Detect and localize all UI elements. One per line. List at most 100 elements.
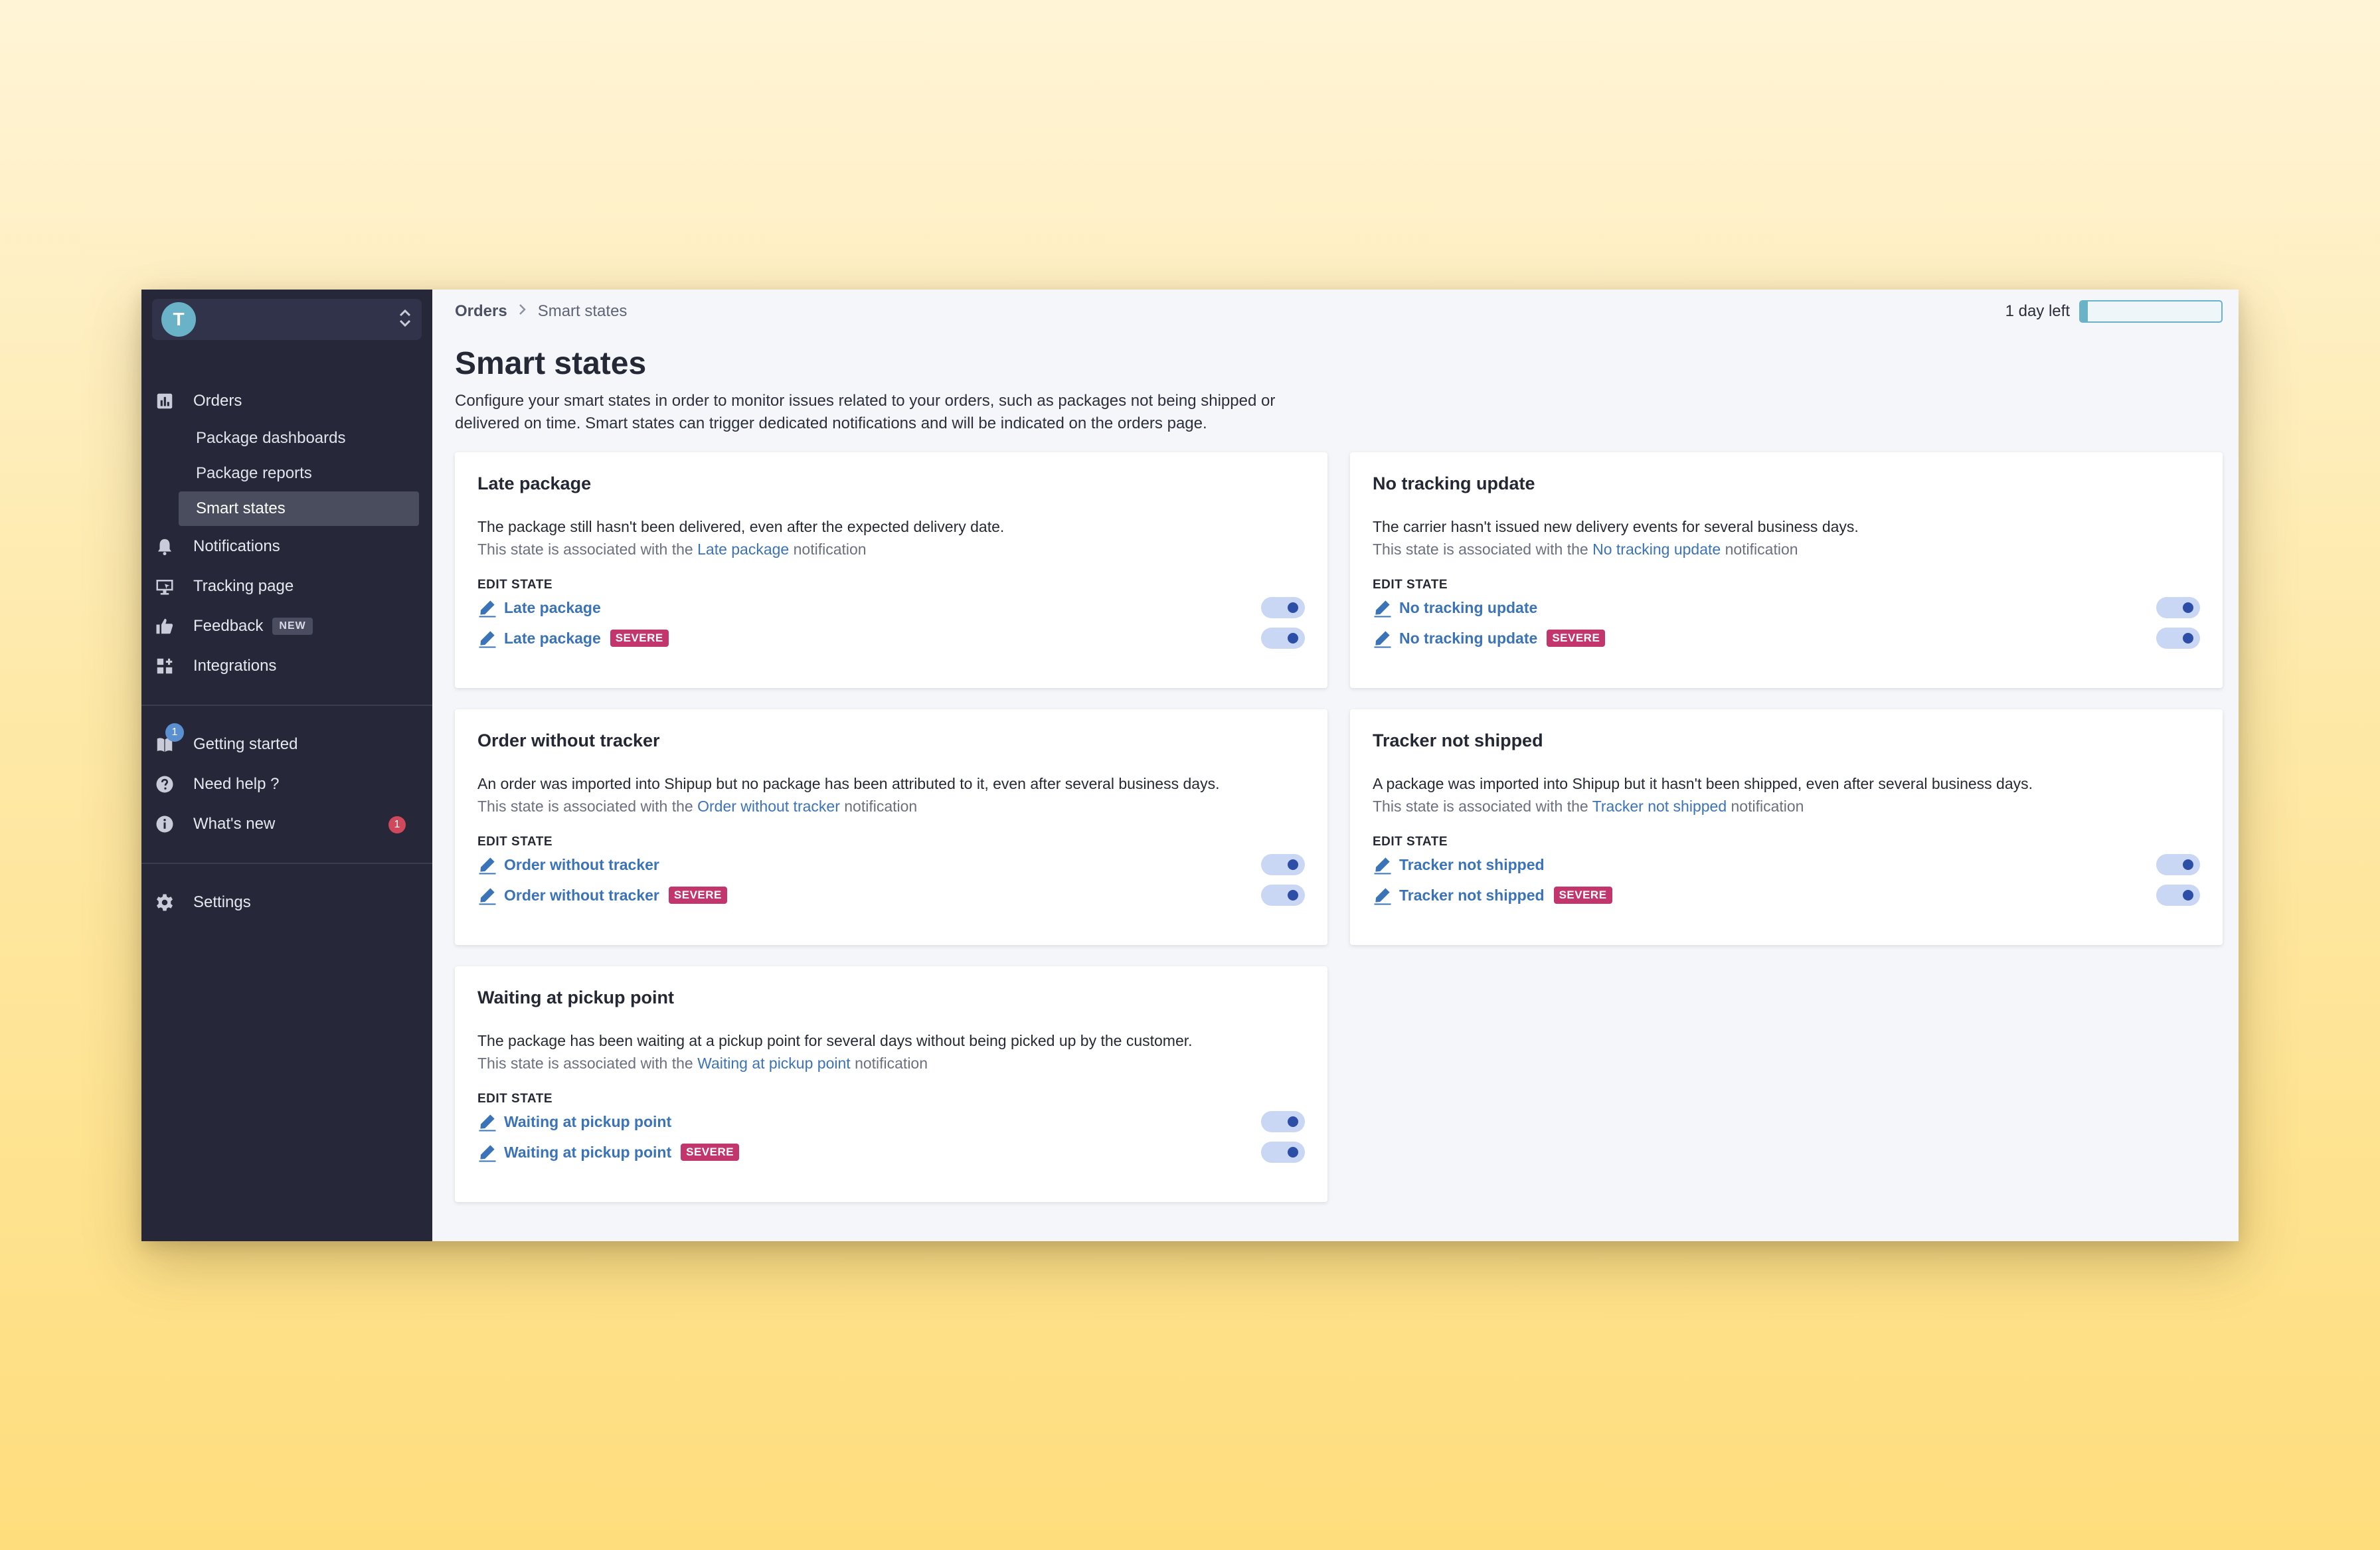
smart-state-card: Waiting at pickup point The package has … xyxy=(455,966,1327,1202)
sidebar-item-notifications[interactable]: Notifications xyxy=(141,527,432,566)
pencil-icon[interactable] xyxy=(1373,628,1393,648)
breadcrumb-current: Smart states xyxy=(537,302,628,320)
state-toggle-severe[interactable] xyxy=(2156,885,2200,906)
state-row-normal: Late package xyxy=(477,592,1305,623)
sidebar-subitem-package-dashboards[interactable]: Package dashboards xyxy=(179,421,419,456)
sidebar-item-feedback[interactable]: Feedback NEW xyxy=(141,606,432,646)
sidebar-item-integrations[interactable]: Integrations xyxy=(141,646,432,686)
breadcrumb-orders-link[interactable]: Orders xyxy=(455,302,507,321)
state-toggle[interactable] xyxy=(1261,597,1305,618)
assoc-suffix: notification xyxy=(844,798,918,815)
severe-badge: SEVERE xyxy=(1553,887,1612,904)
edit-state-label: EDIT STATE xyxy=(477,578,553,592)
sidebar-item-label: Getting started xyxy=(193,735,298,753)
edit-state-label: EDIT STATE xyxy=(477,1092,553,1106)
sidebar-item-label: Tracking page xyxy=(193,577,294,595)
pencil-icon[interactable] xyxy=(1373,855,1393,875)
thumbs-up-icon xyxy=(153,615,176,638)
state-toggle-severe[interactable] xyxy=(2156,628,2200,649)
state-toggle[interactable] xyxy=(1261,854,1305,875)
card-association: This state is associated with the Late p… xyxy=(477,538,1305,560)
card-title: No tracking update xyxy=(1373,474,1535,493)
card-title: Tracker not shipped xyxy=(1373,731,1543,750)
edit-state-link[interactable]: Late package xyxy=(504,599,601,617)
avatar: T xyxy=(161,302,196,337)
workspace-switcher[interactable]: T xyxy=(152,299,422,340)
card-title: Order without tracker xyxy=(477,731,660,750)
pencil-icon[interactable] xyxy=(477,598,497,618)
sidebar-item-label: Notifications xyxy=(193,537,280,555)
state-row-severe: Tracker not shipped SEVERE xyxy=(1373,880,2200,910)
assoc-suffix: notification xyxy=(855,1055,928,1072)
edit-severe-state-link[interactable]: Late package xyxy=(504,630,601,647)
state-toggle-severe[interactable] xyxy=(1261,885,1305,906)
notification-link[interactable]: Tracker not shipped xyxy=(1592,798,1727,815)
pencil-icon[interactable] xyxy=(477,1142,497,1162)
sidebar-item-settings[interactable]: Settings xyxy=(141,883,432,922)
sidebar-item-whats-new[interactable]: What's new 1 xyxy=(141,804,432,844)
edit-state-label: EDIT STATE xyxy=(1373,578,1448,592)
grid-icon xyxy=(153,655,176,677)
card-association: This state is associated with the Order … xyxy=(477,795,1305,818)
notification-link[interactable]: Waiting at pickup point xyxy=(697,1055,851,1072)
gear-icon xyxy=(153,891,176,914)
chevron-up-down-icon xyxy=(398,307,412,332)
app-window: T Orders Package dashboards Package repo… xyxy=(141,290,2239,1241)
notification-link[interactable]: Order without tracker xyxy=(697,798,840,815)
page-title: Smart states xyxy=(455,346,647,381)
card-description: The package still hasn't been delivered,… xyxy=(477,518,1005,535)
assoc-prefix: This state is associated with the xyxy=(477,798,693,815)
edit-severe-state-link[interactable]: No tracking update xyxy=(1399,630,1537,647)
edit-state-link[interactable]: Waiting at pickup point xyxy=(504,1113,671,1131)
getting-started-count-badge: 1 xyxy=(165,723,184,742)
state-toggle[interactable] xyxy=(2156,597,2200,618)
sidebar-subitem-package-reports[interactable]: Package reports xyxy=(179,456,419,491)
edit-severe-state-link[interactable]: Tracker not shipped xyxy=(1399,887,1545,904)
state-toggle[interactable] xyxy=(2156,854,2200,875)
sidebar-item-label: Feedback xyxy=(193,617,264,635)
question-icon xyxy=(153,773,176,796)
sidebar-item-getting-started[interactable]: 1 Getting started xyxy=(141,723,432,764)
sidebar-divider xyxy=(141,705,432,706)
state-row-severe: Order without tracker SEVERE xyxy=(477,880,1305,910)
state-toggle-severe[interactable] xyxy=(1261,1142,1305,1163)
pencil-icon[interactable] xyxy=(477,855,497,875)
state-toggle[interactable] xyxy=(1261,1111,1305,1132)
assoc-prefix: This state is associated with the xyxy=(1373,541,1588,558)
edit-state-label: EDIT STATE xyxy=(477,835,553,849)
edit-severe-state-link[interactable]: Waiting at pickup point xyxy=(504,1144,671,1162)
state-row-normal: Waiting at pickup point xyxy=(477,1106,1305,1137)
sidebar-item-label: Integrations xyxy=(193,657,277,675)
smart-state-card: Order without tracker An order was impor… xyxy=(455,709,1327,945)
state-row-normal: Order without tracker xyxy=(477,849,1305,880)
card-title: Late package xyxy=(477,474,592,493)
notification-link[interactable]: No tracking update xyxy=(1592,541,1721,558)
pencil-icon[interactable] xyxy=(1373,885,1393,905)
notification-link[interactable]: Late package xyxy=(697,541,789,558)
sidebar-item-orders[interactable]: Orders xyxy=(141,381,432,421)
smart-state-cards: Late package The package still hasn't be… xyxy=(455,452,2223,1202)
sidebar-subitem-smart-states[interactable]: Smart states xyxy=(179,491,419,526)
pencil-icon[interactable] xyxy=(1373,598,1393,618)
state-toggle-severe[interactable] xyxy=(1261,628,1305,649)
sidebar-item-label: Settings xyxy=(193,893,251,911)
edit-state-link[interactable]: Tracker not shipped xyxy=(1399,856,1545,874)
edit-state-link[interactable]: No tracking update xyxy=(1399,599,1537,617)
sidebar-item-tracking-page[interactable]: Tracking page xyxy=(141,566,432,606)
sidebar-item-need-help[interactable]: Need help ? xyxy=(141,764,432,804)
severe-badge: SEVERE xyxy=(668,887,727,904)
pencil-icon[interactable] xyxy=(477,1112,497,1132)
card-association: This state is associated with the Tracke… xyxy=(1373,795,2200,818)
state-row-normal: No tracking update xyxy=(1373,592,2200,623)
severe-badge: SEVERE xyxy=(1547,630,1606,647)
pencil-icon[interactable] xyxy=(477,628,497,648)
trial-indicator[interactable]: 1 day left xyxy=(2005,300,2223,323)
edit-state-link[interactable]: Order without tracker xyxy=(504,856,659,874)
pencil-icon[interactable] xyxy=(477,885,497,905)
page-description: Configure your smart states in order to … xyxy=(455,392,1276,432)
edit-severe-state-link[interactable]: Order without tracker xyxy=(504,887,659,904)
state-row-severe: No tracking update SEVERE xyxy=(1373,623,2200,653)
sidebar: T Orders Package dashboards Package repo… xyxy=(141,290,432,1241)
card-description: The package has been waiting at a pickup… xyxy=(477,1032,1193,1049)
assoc-prefix: This state is associated with the xyxy=(477,1055,693,1072)
